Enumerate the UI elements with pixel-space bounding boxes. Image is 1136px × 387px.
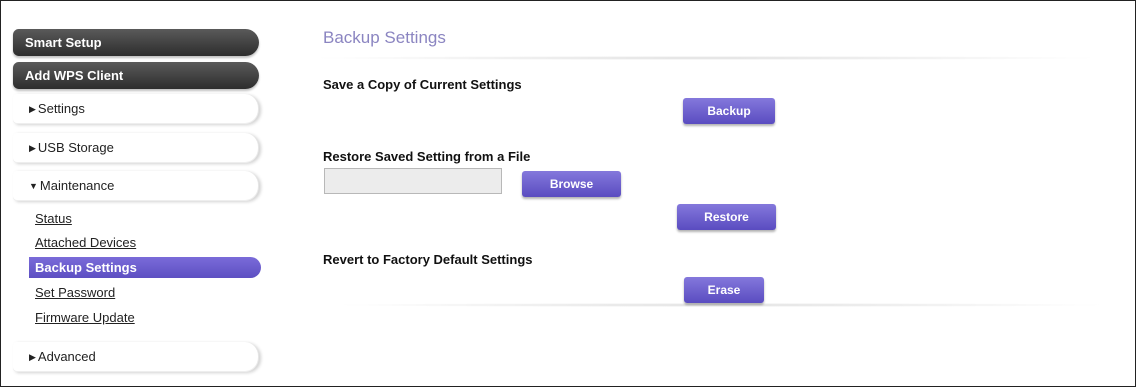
sidebar-item-maintenance[interactable]: ▼ Maintenance (13, 171, 259, 201)
backup-button[interactable]: Backup (683, 98, 775, 124)
file-path-input[interactable] (324, 168, 502, 194)
page-title: Backup Settings (323, 28, 446, 47)
triangle-right-icon: ▶ (29, 143, 36, 153)
sidebar-subitem-set-password[interactable]: Set Password (35, 284, 115, 302)
page-frame: Smart Setup Add WPS Client ▶ Settings ▶ US… (0, 0, 1136, 387)
restore-button[interactable]: Restore (677, 204, 776, 230)
browse-button[interactable]: Browse (522, 171, 621, 197)
sidebar-item-label: Maintenance (39, 178, 115, 193)
erase-button[interactable]: Erase (684, 277, 764, 303)
triangle-right-icon: ▶ (29, 104, 36, 114)
sidebar: Smart Setup Add WPS Client ▶ Settings ▶ US… (1, 1, 271, 386)
sidebar-subitem-backup-settings[interactable]: Backup Settings (29, 257, 261, 278)
sidebar-subitem-firmware-update[interactable]: Firmware Update (35, 309, 135, 327)
sidebar-item-usb-storage[interactable]: ▶ USB Storage (13, 133, 259, 163)
sidebar-item-advanced[interactable]: ▶ Advanced (13, 342, 259, 372)
sidebar-item-label: USB Storage (37, 140, 114, 155)
triangle-down-icon: ▼ (29, 181, 38, 191)
bottom-divider (341, 303, 1101, 307)
add-wps-client-button[interactable]: Add WPS Client (13, 62, 259, 89)
sidebar-item-label: Advanced (37, 349, 96, 364)
sidebar-subitem-attached-devices[interactable]: Attached Devices (35, 234, 136, 252)
title-divider (317, 56, 1093, 60)
sidebar-item-settings[interactable]: ▶ Settings (13, 94, 259, 124)
restore-label: Restore Saved Setting from a File (323, 149, 531, 164)
smart-setup-button[interactable]: Smart Setup (13, 29, 259, 56)
save-copy-label: Save a Copy of Current Settings (323, 77, 522, 92)
factory-default-label: Revert to Factory Default Settings (323, 252, 533, 267)
sidebar-item-label: Settings (37, 101, 85, 116)
sidebar-subitem-status[interactable]: Status (35, 210, 72, 228)
triangle-right-icon: ▶ (29, 352, 36, 362)
